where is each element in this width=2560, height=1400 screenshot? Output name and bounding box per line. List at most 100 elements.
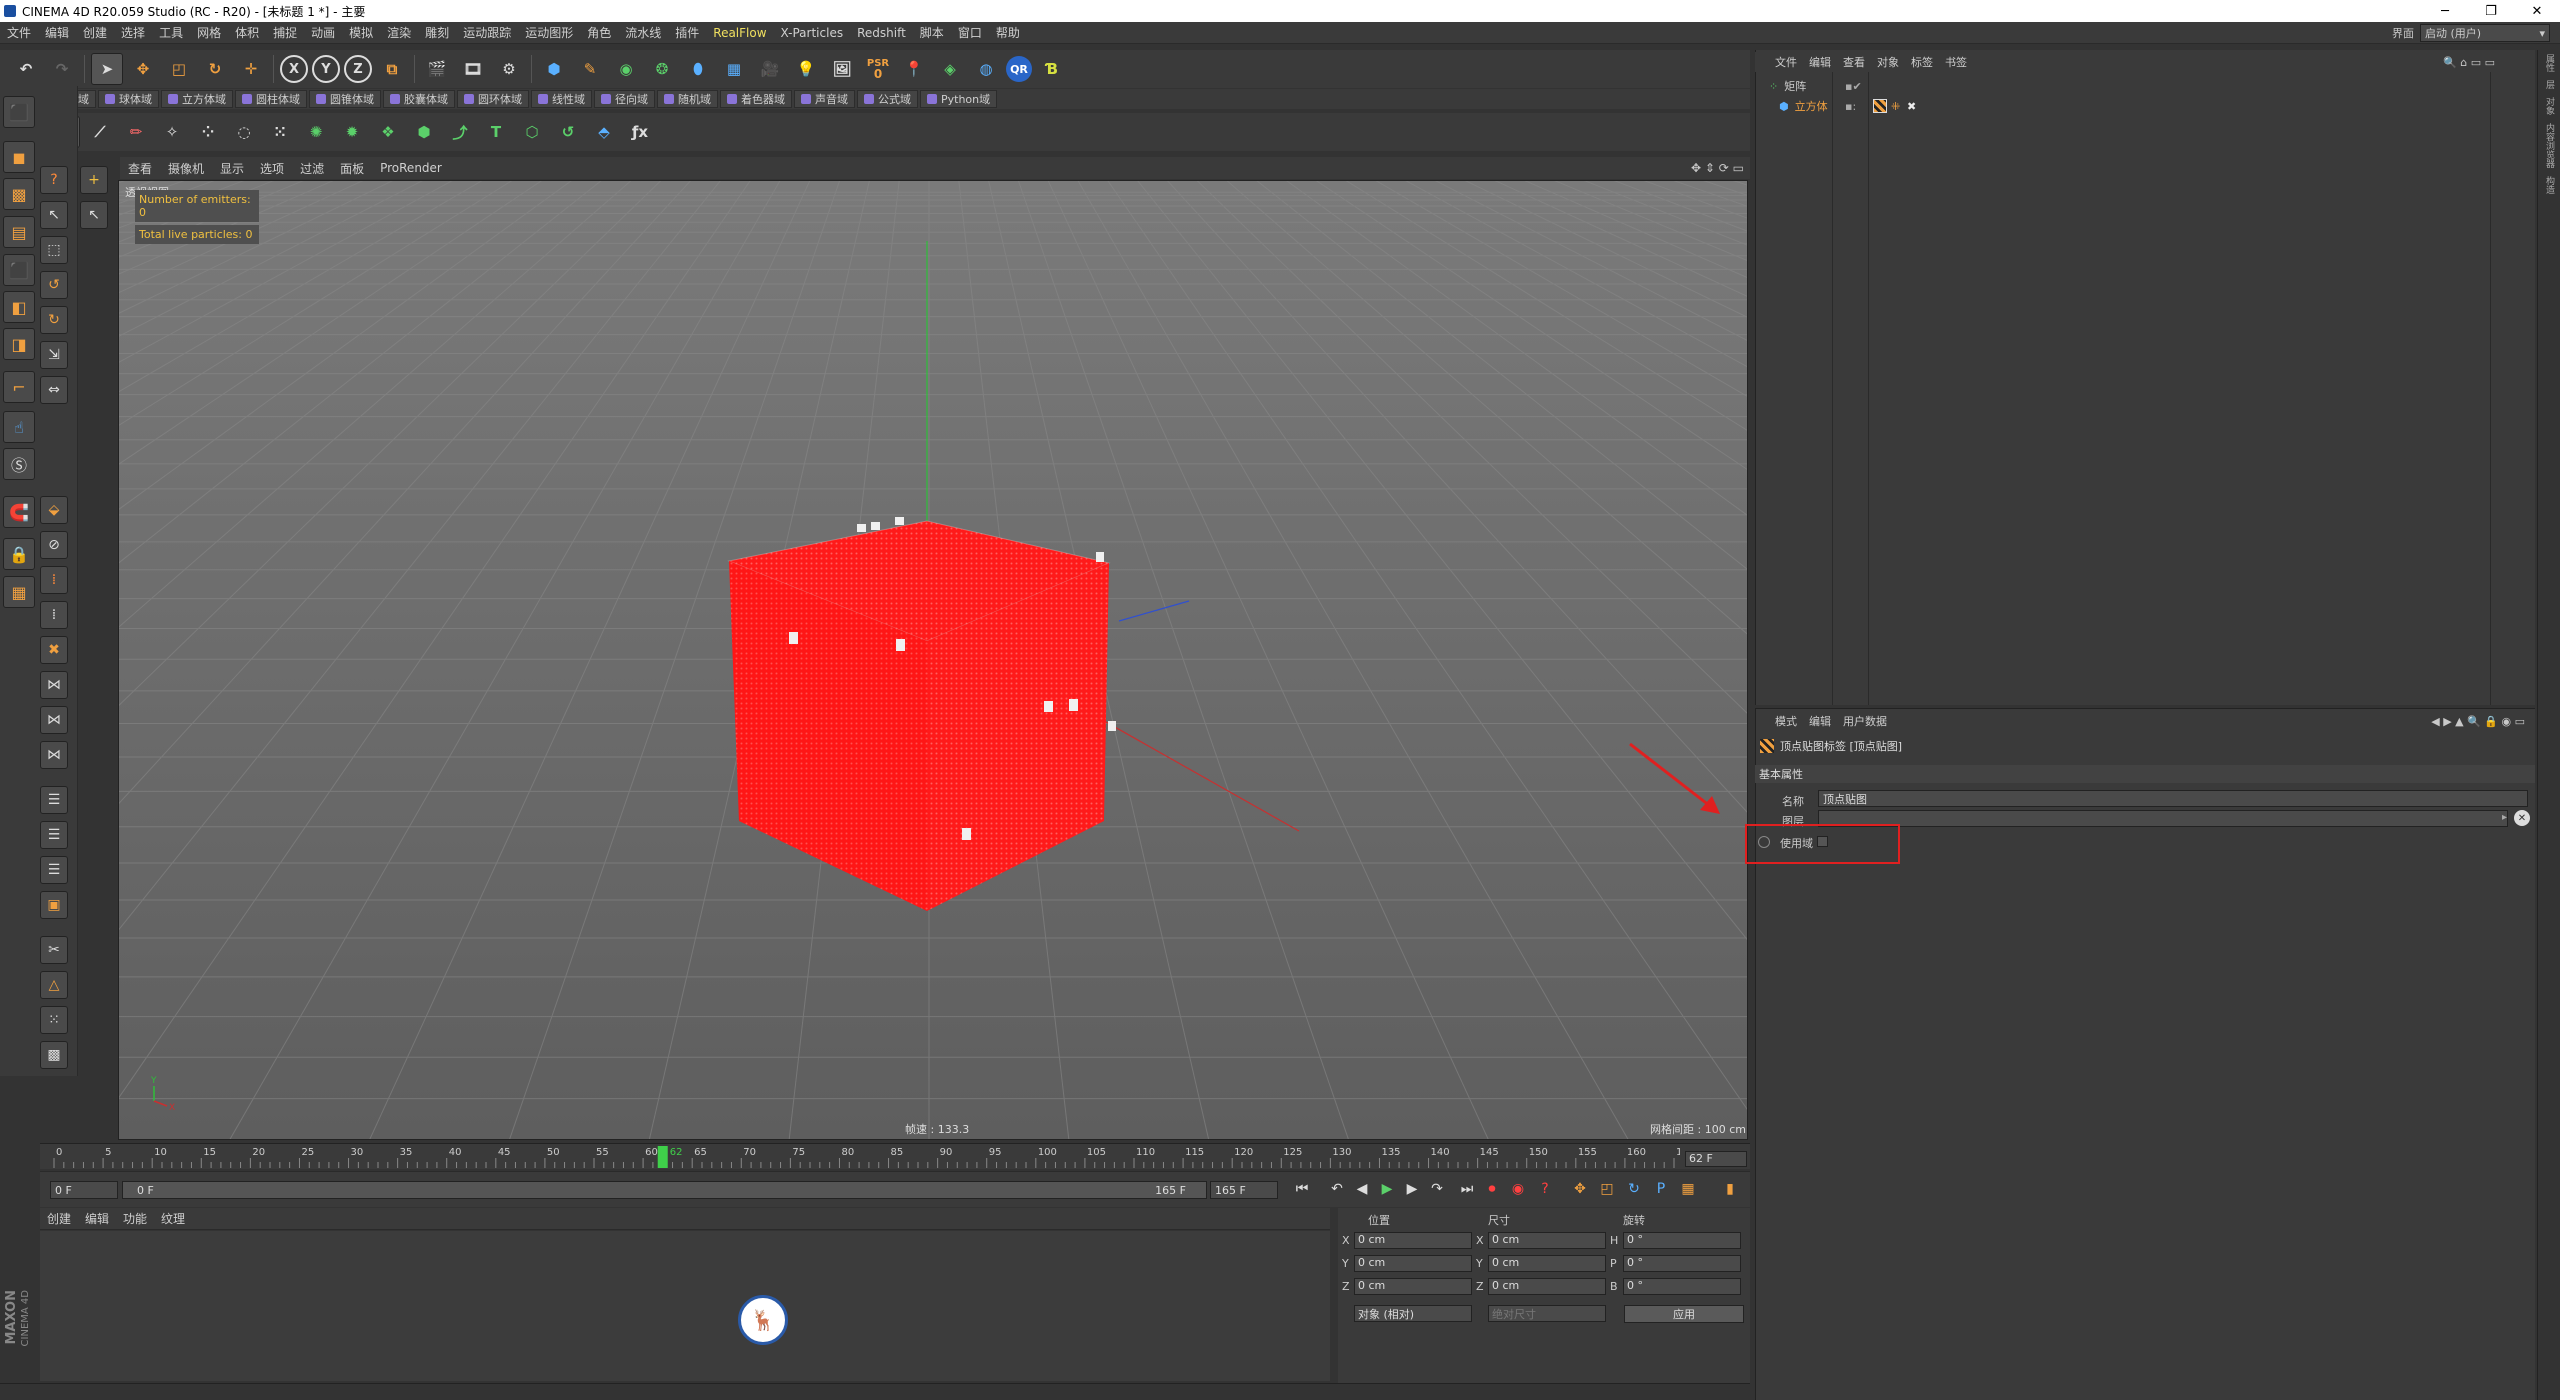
om-search-icon[interactable]: 🔍 ⌂ ▭ ▭	[2443, 56, 2495, 69]
viewport-menu-panel[interactable]: 面板	[332, 160, 372, 177]
polygons-mode-icon[interactable]: ◨	[3, 328, 35, 360]
field-python[interactable]: Python域	[920, 90, 998, 108]
deform-icon-3[interactable]: ⋈	[40, 741, 68, 769]
key-param-icon[interactable]: P	[1649, 1177, 1673, 1201]
material-menu-create[interactable]: 创建	[40, 1210, 78, 1227]
deform-icon-1[interactable]: ⋈	[40, 671, 68, 699]
menu-mograph[interactable]: 运动图形	[518, 24, 580, 41]
name-field[interactable]: 顶点贴图	[1818, 790, 2528, 807]
menu-sculpt[interactable]: 雕刻	[418, 24, 456, 41]
render-view-icon[interactable]: 🎬	[421, 53, 453, 85]
tag-icon-3[interactable]: ✖	[1907, 100, 1916, 113]
visibility-icon[interactable]: ▪:	[1845, 100, 1856, 113]
redo-icon[interactable]: ↷	[46, 53, 78, 85]
menu-pipeline[interactable]: 流水线	[618, 24, 668, 41]
modifier-icon[interactable]: ⬘	[588, 116, 620, 148]
menu-select[interactable]: 选择	[114, 24, 152, 41]
text-icon[interactable]: T	[480, 116, 512, 148]
size-mode-select[interactable]: 绝对尺寸	[1488, 1305, 1606, 1322]
next-frame-icon[interactable]: ▶	[1400, 1177, 1424, 1201]
material-menu-function[interactable]: 功能	[116, 1210, 154, 1227]
point-select-icon[interactable]: ⁘	[192, 116, 224, 148]
deformer-icon[interactable]: ⬮	[682, 53, 714, 85]
field-random[interactable]: 随机域	[657, 90, 718, 108]
end-frame-field[interactable]: 165 F	[1210, 1181, 1278, 1199]
auto-key-icon[interactable]: ◉	[1506, 1177, 1530, 1201]
knife-tool-icon[interactable]: ⊘	[40, 531, 68, 559]
field-formula[interactable]: 公式域	[857, 90, 918, 108]
am-menu-mode[interactable]: 模式	[1769, 713, 1803, 729]
minimize-icon[interactable]: ─	[2422, 0, 2468, 22]
tab-content-browser[interactable]: 内容浏览器	[2543, 123, 2556, 168]
add-icon[interactable]: +	[80, 166, 108, 194]
spline-pen-icon[interactable]: ✏	[120, 116, 152, 148]
close-icon[interactable]: ✕	[2514, 0, 2560, 22]
menu-edit[interactable]: 编辑	[38, 24, 76, 41]
knife-icon[interactable]: ⟋	[84, 116, 116, 148]
container-icon[interactable]: ⬢	[408, 116, 440, 148]
tab-layers[interactable]: 层	[2543, 80, 2556, 89]
position-x-field[interactable]: 0 cm	[1354, 1232, 1472, 1249]
range-slider[interactable]: 0 F 165 F	[122, 1181, 1207, 1199]
layer-field[interactable]	[1818, 810, 2508, 827]
spin-icon[interactable]: ↺	[552, 116, 584, 148]
key-help-icon[interactable]: ?	[1533, 1177, 1557, 1201]
undo-icon[interactable]: ↶	[10, 53, 42, 85]
rotate-icon[interactable]: ↻	[199, 53, 231, 85]
field-capsule[interactable]: 胶囊体域	[383, 90, 455, 108]
align-icon[interactable]: ⇲	[40, 341, 68, 369]
camera-icon[interactable]: 🎥	[754, 53, 786, 85]
magnet-icon[interactable]: 🧲	[3, 496, 35, 528]
field-linear[interactable]: 线性域	[531, 90, 592, 108]
cube-icon[interactable]: ⬢	[538, 53, 570, 85]
plugin-icon[interactable]: Ɓ	[1036, 53, 1068, 85]
trail-icon[interactable]: ⤴	[444, 116, 476, 148]
scissor-icon[interactable]: ✂	[40, 936, 68, 964]
field-sound[interactable]: 声音域	[794, 90, 855, 108]
menu-script[interactable]: 脚本	[913, 24, 951, 41]
object-row-cube[interactable]: ⬢ 立方体 ▪: ⁜ ✖	[1755, 96, 2535, 116]
field-cylinder[interactable]: 圆柱体域	[235, 90, 307, 108]
light-icon[interactable]: 💡	[790, 53, 822, 85]
move-icon[interactable]: ✥	[127, 53, 159, 85]
material-menu-texture[interactable]: 纹理	[154, 1210, 192, 1227]
start-frame-field[interactable]: 0 F	[50, 1181, 118, 1199]
field-torus[interactable]: 圆环体域	[457, 90, 529, 108]
render-picture-viewer-icon[interactable]: 🎞	[457, 53, 489, 85]
size-z-field[interactable]: 0 cm	[1488, 1278, 1606, 1295]
menu-plugins[interactable]: 插件	[668, 24, 706, 41]
subdivision-icon[interactable]: ◉	[610, 53, 642, 85]
material-area[interactable]	[40, 1231, 1330, 1381]
brush-icon[interactable]: ✧	[156, 116, 188, 148]
menu-xparticles[interactable]: X-Particles	[774, 26, 851, 40]
menu-animate[interactable]: 动画	[304, 24, 342, 41]
texture-mode-icon[interactable]: ▩	[3, 178, 35, 210]
prev-frame-icon[interactable]: ◀	[1350, 1177, 1374, 1201]
diamond-icon[interactable]: ◈	[934, 53, 966, 85]
grid-select-icon[interactable]: ⁙	[264, 116, 296, 148]
viewport-menu-camera[interactable]: 摄像机	[160, 160, 212, 177]
y-axis-icon[interactable]: Y	[312, 55, 340, 83]
layer-icon-2[interactable]: ☰	[40, 821, 68, 849]
menu-realflow[interactable]: RealFlow	[706, 26, 773, 40]
grid-dots-icon[interactable]: ⁙	[40, 1006, 68, 1034]
tweak-mode-icon[interactable]: ☝	[3, 411, 35, 443]
menu-snap[interactable]: 捕捉	[266, 24, 304, 41]
transform-icon[interactable]: ✛	[235, 53, 267, 85]
lock-icon[interactable]: 🔒	[3, 538, 35, 570]
key-scale-icon[interactable]: ◰	[1595, 1177, 1619, 1201]
pen-icon[interactable]: ✎	[574, 53, 606, 85]
picture-icon[interactable]: 🖼	[826, 53, 858, 85]
object-row-matrix[interactable]: ⁘ 矩阵 ▪✔	[1755, 76, 2535, 96]
make-editable-icon[interactable]: ⬛	[3, 96, 35, 128]
scale-icon[interactable]: ◰	[163, 53, 195, 85]
floor-icon[interactable]: ▦	[718, 53, 750, 85]
play-icon[interactable]: ▶	[1375, 1177, 1399, 1201]
model-mode-icon[interactable]: ◼	[3, 141, 35, 173]
go-to-start-icon[interactable]: ⏮	[1290, 1177, 1314, 1201]
size-y-field[interactable]: 0 cm	[1488, 1255, 1606, 1272]
prev-key-icon[interactable]: ↶	[1325, 1177, 1349, 1201]
layout-select[interactable]: 启动 (用户) ▾	[2420, 24, 2550, 42]
viewport-menu-display[interactable]: 显示	[212, 160, 252, 177]
layer-arrow-icon[interactable]: ▸	[2502, 812, 2507, 823]
